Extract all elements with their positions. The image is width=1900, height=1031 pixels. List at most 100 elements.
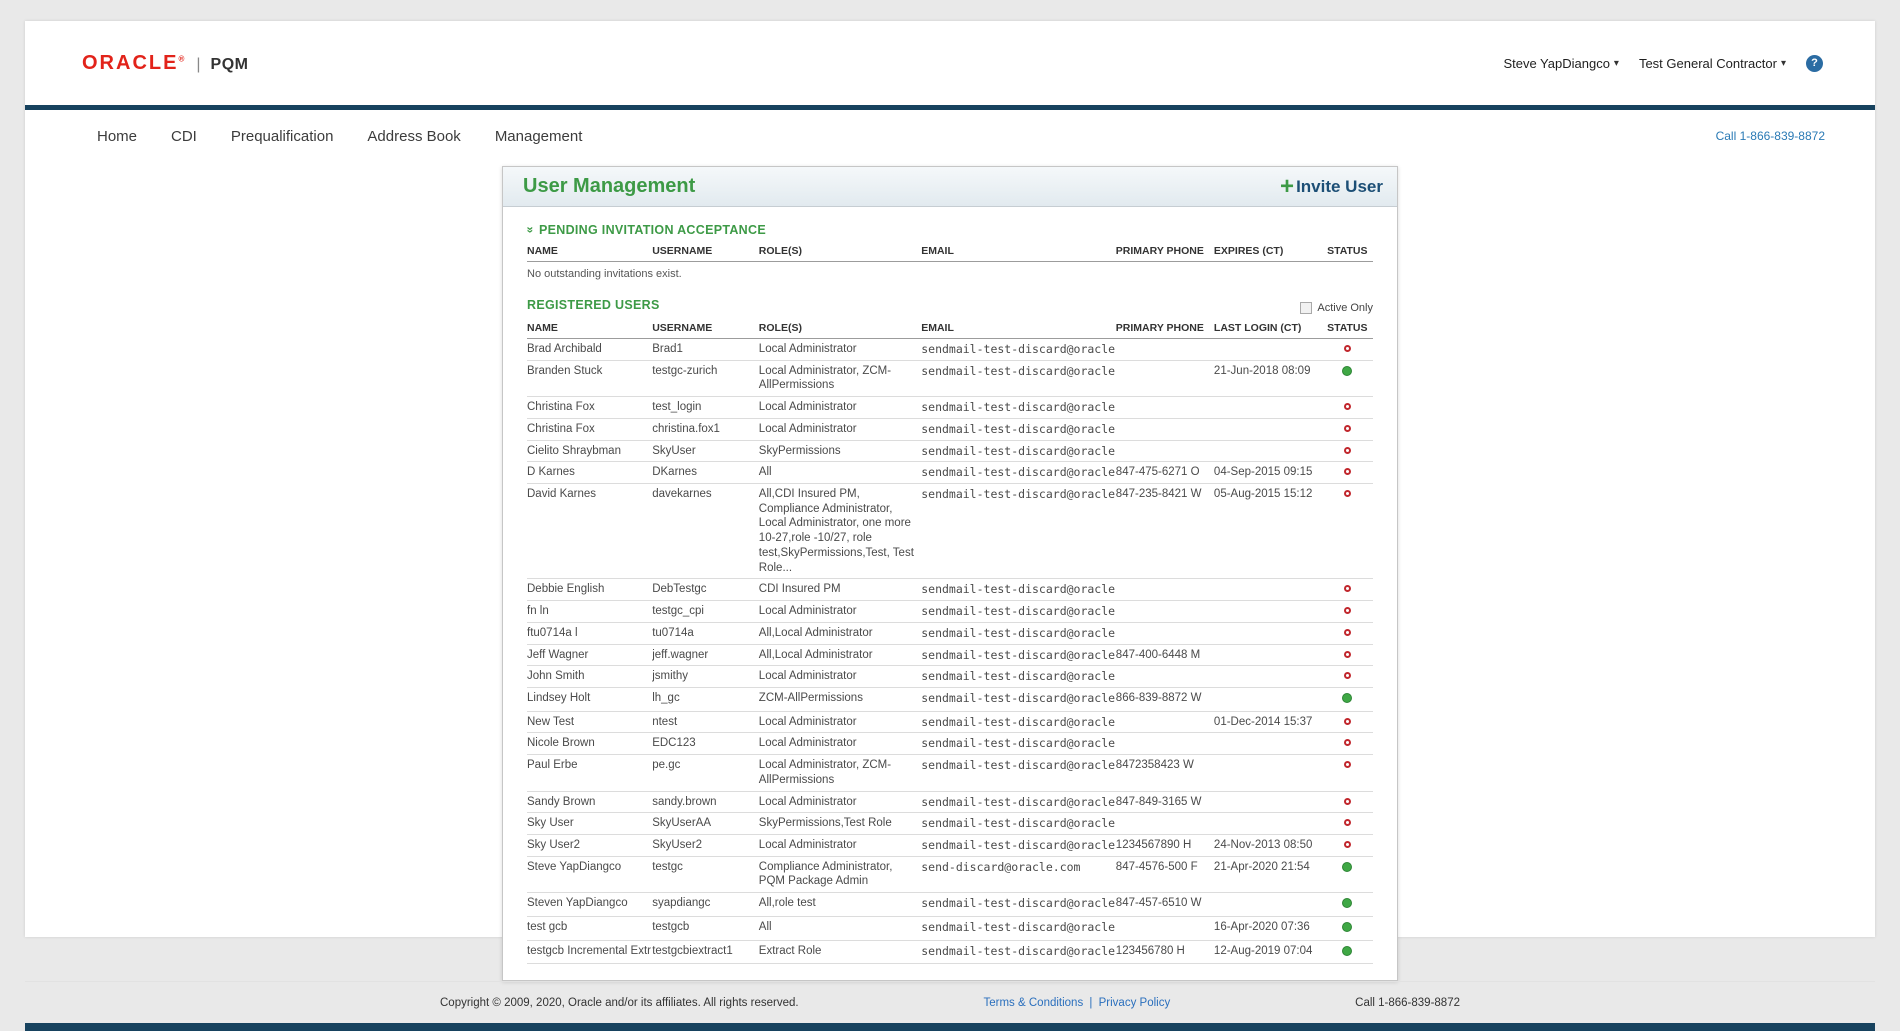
status-inactive-icon — [1344, 607, 1351, 614]
nav-item-home[interactable]: Home — [97, 128, 137, 145]
cell-name[interactable]: Nicole Brown — [527, 733, 652, 755]
cell-name[interactable]: Jeff Wagner — [527, 644, 652, 666]
cell-email: sendmail-test-discard@oracle.com — [921, 440, 1116, 462]
cell-last_login — [1214, 666, 1326, 688]
cell-name[interactable]: New Test — [527, 711, 652, 733]
column-header: PRIMARY PHONE — [1116, 318, 1214, 339]
table-row: test gcbtestgcbAllsendmail-test-discard@… — [527, 916, 1373, 940]
nav-item-management[interactable]: Management — [495, 128, 583, 145]
cell-name[interactable]: test gcb — [527, 916, 652, 940]
org-menu-dropdown[interactable]: Test General Contractor ▾ — [1639, 56, 1786, 71]
cell-username: SkyUser — [652, 440, 759, 462]
status-inactive-icon — [1344, 761, 1351, 768]
table-row: testgcb Incremental Extrtestgcbiextract1… — [527, 940, 1373, 964]
cell-username: DKarnes — [652, 462, 759, 484]
cell-phone: 847-400-6448 M — [1116, 644, 1214, 666]
terms-link[interactable]: Terms & Conditions — [984, 997, 1084, 1009]
cell-status — [1326, 601, 1373, 623]
pending-header-row: NAMEUSERNAMEROLE(S)EMAILPRIMARY PHONEEXP… — [527, 241, 1373, 262]
cell-name[interactable]: Brad Archibald — [527, 339, 652, 361]
status-inactive-icon — [1344, 718, 1351, 725]
cell-name[interactable]: testgcb Incremental Extr — [527, 940, 652, 964]
oracle-logo: ORACLE® — [82, 52, 186, 75]
chevron-down-icon: ▾ — [1614, 58, 1619, 69]
cell-name[interactable]: D Karnes — [527, 462, 652, 484]
column-header: EMAIL — [921, 241, 1116, 262]
status-inactive-icon — [1344, 425, 1351, 432]
cell-username: testgc_cpi — [652, 601, 759, 623]
cell-name[interactable]: Sandy Brown — [527, 791, 652, 813]
cell-email: sendmail-test-discard@oracle.com — [921, 687, 1116, 711]
app-header: ORACLE® | PQM Steve YapDiangco ▾ Test Ge… — [25, 21, 1875, 105]
cell-name[interactable]: fn ln — [527, 601, 652, 623]
cell-email: sendmail-test-discard@oracle.com — [921, 601, 1116, 623]
cell-email: sendmail-test-discard@oracle.com — [921, 418, 1116, 440]
copyright-text: Copyright © 2009, 2020, Oracle and/or it… — [440, 997, 799, 1009]
cell-phone: 1234567890 H — [1116, 834, 1214, 856]
active-only-checkbox[interactable] — [1300, 302, 1312, 314]
table-row: Branden Stucktestgc-zurichLocal Administ… — [527, 360, 1373, 396]
cell-username: lh_gc — [652, 687, 759, 711]
cell-username: SkyUserAA — [652, 813, 759, 835]
user-menu-dropdown[interactable]: Steve YapDiangco ▾ — [1503, 56, 1619, 71]
cell-name[interactable]: Paul Erbe — [527, 755, 652, 791]
cell-roles: Local Administrator — [759, 666, 921, 688]
footer-links: Terms & Conditions | Privacy Policy — [984, 997, 1171, 1009]
cell-email: sendmail-test-discard@oracle.com — [921, 813, 1116, 835]
cell-name[interactable]: Sky User — [527, 813, 652, 835]
privacy-link[interactable]: Privacy Policy — [1099, 997, 1171, 1009]
cell-username: test_login — [652, 397, 759, 419]
cell-name[interactable]: Steven YapDiangco — [527, 893, 652, 917]
collapse-icon[interactable]: » — [523, 227, 537, 234]
status-active-icon — [1342, 693, 1352, 703]
table-row: Lindsey Holtlh_gcZCM-AllPermissionssendm… — [527, 687, 1373, 711]
cell-last_login: 12-Aug-2019 07:04 — [1214, 940, 1326, 964]
registered-header-row: NAMEUSERNAMEROLE(S)EMAILPRIMARY PHONELAS… — [527, 318, 1373, 339]
cell-name[interactable]: Branden Stuck — [527, 360, 652, 396]
main-content: User Management + Invite User » PENDING … — [25, 162, 1875, 981]
cell-name[interactable]: ftu0714a l — [527, 622, 652, 644]
call-link[interactable]: Call 1-866-839-8872 — [1716, 129, 1825, 143]
nav-item-prequalification[interactable]: Prequalification — [231, 128, 334, 145]
column-header: STATUS — [1326, 318, 1373, 339]
cell-name[interactable]: Sky User2 — [527, 834, 652, 856]
help-icon[interactable]: ? — [1806, 55, 1823, 72]
cell-name[interactable]: Steve YapDiangco — [527, 856, 652, 892]
cell-roles: ZCM-AllPermissions — [759, 687, 921, 711]
cell-username: SkyUser2 — [652, 834, 759, 856]
cell-email: sendmail-test-discard@oracle.com — [921, 916, 1116, 940]
cell-phone — [1116, 360, 1214, 396]
invite-user-button[interactable]: + Invite User — [1280, 177, 1383, 197]
nav-item-address-book[interactable]: Address Book — [367, 128, 460, 145]
cell-phone: 866-839-8872 W — [1116, 687, 1214, 711]
table-row: Steven YapDiangcosyapdiangcAll,role test… — [527, 893, 1373, 917]
cell-status — [1326, 644, 1373, 666]
cell-name[interactable]: David Karnes — [527, 484, 652, 579]
cell-last_login — [1214, 813, 1326, 835]
table-row: fn lntestgc_cpiLocal Administratorsendma… — [527, 601, 1373, 623]
cell-name[interactable]: Debbie English — [527, 579, 652, 601]
cell-name[interactable]: Cielito Shraybman — [527, 440, 652, 462]
cell-username: christina.fox1 — [652, 418, 759, 440]
cell-roles: Extract Role — [759, 940, 921, 964]
cell-name[interactable]: Christina Fox — [527, 418, 652, 440]
cell-last_login: 24-Nov-2013 08:50 — [1214, 834, 1326, 856]
table-row: Debbie EnglishDebTestgcCDI Insured PMsen… — [527, 579, 1373, 601]
cell-last_login — [1214, 579, 1326, 601]
cell-roles: Local Administrator — [759, 418, 921, 440]
cell-name[interactable]: Christina Fox — [527, 397, 652, 419]
table-row: Nicole BrownEDC123Local Administratorsen… — [527, 733, 1373, 755]
invite-user-label: Invite User — [1296, 177, 1383, 197]
nav-item-cdi[interactable]: CDI — [171, 128, 197, 145]
column-header: USERNAME — [652, 241, 759, 262]
table-row: Sky User2SkyUser2Local Administratorsend… — [527, 834, 1373, 856]
cell-email: send-discard@oracle.com — [921, 856, 1116, 892]
cell-last_login — [1214, 644, 1326, 666]
cell-email: sendmail-test-discard@oracle.com — [921, 397, 1116, 419]
cell-status — [1326, 418, 1373, 440]
cell-name[interactable]: Lindsey Holt — [527, 687, 652, 711]
pending-invitations-table: NAMEUSERNAMEROLE(S)EMAILPRIMARY PHONEEXP… — [527, 241, 1373, 262]
cell-roles: Local Administrator — [759, 397, 921, 419]
footer-call-text: Call 1-866-839-8872 — [1355, 997, 1460, 1009]
cell-name[interactable]: John Smith — [527, 666, 652, 688]
